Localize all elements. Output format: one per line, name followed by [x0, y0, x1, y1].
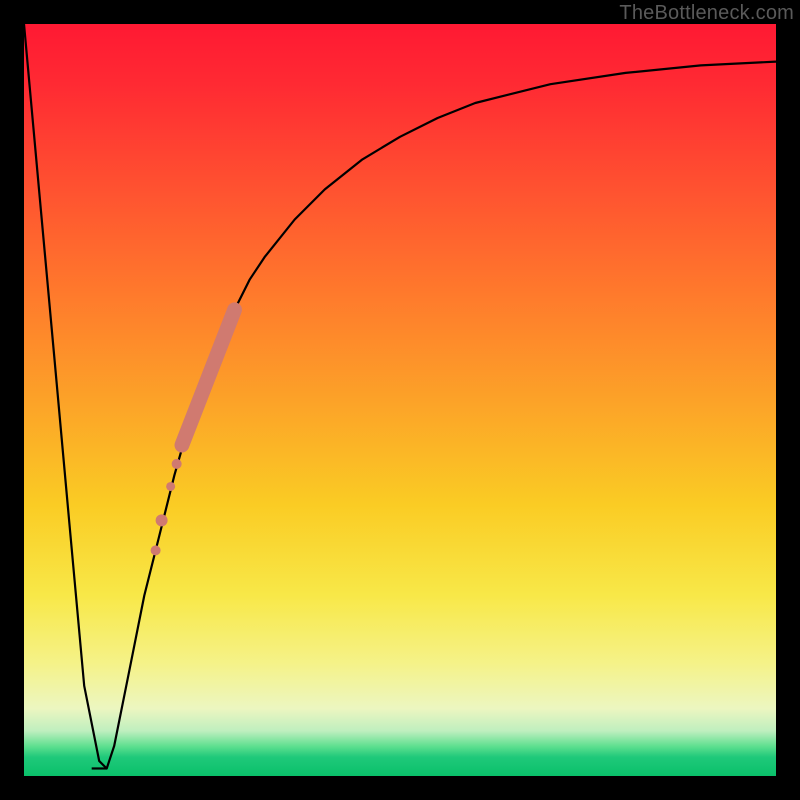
highlight-dot [172, 459, 182, 469]
highlight-segment [182, 310, 235, 445]
chart-frame: TheBottleneck.com [0, 0, 800, 800]
curve-layer [24, 24, 776, 776]
watermark-text: TheBottleneck.com [619, 2, 794, 25]
highlight-dot [156, 514, 168, 526]
plot-area [24, 24, 776, 776]
bottleneck-curve [24, 24, 776, 769]
highlight-dot [151, 545, 161, 555]
highlight-dot [166, 482, 175, 491]
